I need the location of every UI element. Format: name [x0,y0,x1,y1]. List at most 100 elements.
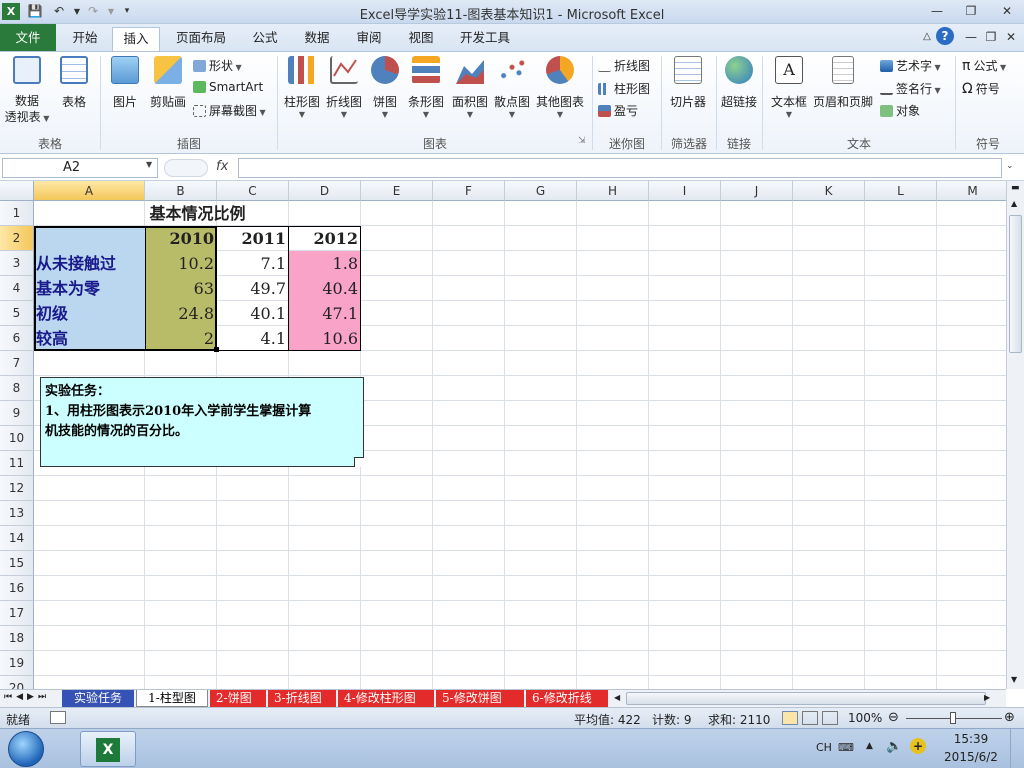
row-header-9[interactable]: 9 [0,401,34,426]
column-header-f[interactable]: F [433,181,505,201]
screenshot-button[interactable]: 屏幕截图 ▼ [193,102,266,119]
column-header-d[interactable]: D [289,181,361,201]
show-desktop-button[interactable] [1010,729,1024,768]
name-box-dropdown-icon[interactable]: ▼ [146,160,152,169]
keyboard-icon[interactable]: ⌨ [838,741,854,754]
hscroll-right-icon[interactable]: ▶ [984,693,990,702]
sheet-tab-modify-column[interactable]: 4-修改柱形图 [338,690,434,707]
row-header-18[interactable]: 18 [0,626,34,651]
cell-c2[interactable]: 2011 [217,226,289,251]
textbox-button[interactable]: A 文本框 ▼ [768,56,810,119]
column-header-g[interactable]: G [505,181,577,201]
worksheet-grid[interactable]: ABCDEFGHIJKLM 1 2 3 4 5 6 7 8 9 10 11 12 13 14 15 16 17 1… [0,181,1006,689]
sparkline-column-button[interactable]: 柱形图 [598,80,650,97]
pivot-table-button[interactable]: 数据 透视表 ▼ [4,56,50,127]
sheet-tab-modify-pie[interactable]: 5-修改饼图 [436,690,524,707]
sheet-tab-line[interactable]: 3-折线图 [268,690,336,707]
clock-date[interactable]: 2015/6/2 [940,750,1002,764]
row-header-2[interactable]: 2 [0,226,34,251]
row-header-8[interactable]: 8 [0,376,34,401]
vertical-scrollbar[interactable]: ▬ ▲ ▼ [1006,181,1024,689]
cell-b6[interactable]: 2 [145,326,217,351]
help-icon[interactable]: ? [936,27,954,45]
sparkline-line-button[interactable]: 折线图 [598,57,650,74]
signature-line-button[interactable]: 签名行 ▼ [880,80,941,97]
cell-d6[interactable]: 10.6 [289,326,361,351]
tab-view[interactable]: 视图 [398,27,444,51]
column-header-e[interactable]: E [361,181,433,201]
column-header-k[interactable]: K [793,181,865,201]
tab-review[interactable]: 审阅 [346,27,392,51]
clock-time[interactable]: 15:39 [948,732,994,746]
name-box[interactable]: A2 [2,158,158,178]
tab-home[interactable]: 开始 [62,27,108,51]
picture-button[interactable]: 图片 [106,56,144,110]
cell-a5[interactable]: 初级 [36,301,145,326]
workbook-restore-button[interactable]: ❐ [980,28,1002,46]
collapse-ribbon-icon[interactable]: △ [916,28,938,46]
close-button[interactable]: ✕ [996,2,1018,20]
page-break-view-icon[interactable] [822,711,838,725]
sheet-tab-modify-line[interactable]: 6-修改折线 [526,690,608,707]
row-header-16[interactable]: 16 [0,576,34,601]
chart-dialog-launcher-icon[interactable]: ⇲ [578,136,586,146]
row-header-19[interactable]: 19 [0,651,34,676]
cell-b2[interactable]: 2010 [145,226,217,251]
sheet-tab-column[interactable]: 1-柱型图 [136,690,208,707]
workbook-close-button[interactable]: ✕ [1000,28,1022,46]
column-header-h[interactable]: H [577,181,649,201]
sheet-tab-pie[interactable]: 2-饼图 [210,690,266,707]
tab-file[interactable]: 文件 [0,24,56,51]
row-header-3[interactable]: 3 [0,251,34,276]
column-header-l[interactable]: L [865,181,937,201]
cell-b5[interactable]: 24.8 [145,301,217,326]
column-chart-button[interactable]: 柱形图 ▼ [282,56,322,119]
split-box-icon[interactable]: ▬ [1011,183,1020,193]
object-button[interactable]: 对象 [880,102,920,119]
row-header-11[interactable]: 11 [0,451,34,476]
scroll-down-icon[interactable]: ▼ [1011,675,1017,684]
row-header-14[interactable]: 14 [0,526,34,551]
other-charts-button[interactable]: 其他图表 ▼ [534,56,586,119]
input-language[interactable]: CH [816,741,832,754]
workbook-minimize-button[interactable]: — [960,28,982,46]
cell-c5[interactable]: 40.1 [217,301,289,326]
pie-chart-button[interactable]: 饼图 ▼ [368,56,402,119]
column-header-c[interactable]: C [217,181,289,201]
symbol-button[interactable]: Ω 符号 [962,80,1000,97]
cell-b4[interactable]: 63 [145,276,217,301]
restore-button[interactable]: ❐ [960,2,982,20]
zoom-out-icon[interactable]: ⊖ [888,710,899,725]
header-footer-button[interactable]: 页眉和页脚 [812,56,874,110]
equation-button[interactable]: π 公式 ▼ [962,57,1006,74]
insert-function-icon[interactable]: fx [216,159,228,174]
start-button[interactable] [8,731,44,767]
tray-app-icon[interactable]: + [910,738,926,754]
cell-d4[interactable]: 40.4 [289,276,361,301]
scroll-up-icon[interactable]: ▲ [1011,199,1017,208]
tab-data[interactable]: 数据 [294,27,340,51]
row-header-7[interactable]: 7 [0,351,34,376]
cell-a3[interactable]: 从未接触过 [36,251,145,276]
slicer-button[interactable]: 切片器 [666,56,710,110]
column-header-b[interactable]: B [145,181,217,201]
tab-insert[interactable]: 插入 [112,27,160,51]
cell-b3[interactable]: 10.2 [145,251,217,276]
horizontal-scroll-thumb[interactable] [626,692,986,705]
page-layout-view-icon[interactable] [802,711,818,725]
taskbar-excel-button[interactable]: X [80,731,136,767]
sheet-tab-task[interactable]: 实验任务 [62,690,134,707]
sparkline-winloss-button[interactable]: 盈亏 [598,102,638,119]
tab-developer[interactable]: 开发工具 [452,27,518,51]
sheet-title[interactable]: 基本情况比例 [34,201,361,226]
bar-chart-button[interactable]: 条形图 ▼ [406,56,446,119]
row-header-12[interactable]: 12 [0,476,34,501]
sheet-nav-icons[interactable]: ⏮◀▶⏭ [4,692,50,702]
volume-icon[interactable]: 🔈 [886,739,902,754]
cell-d2[interactable]: 2012 [289,226,361,251]
row-header-17[interactable]: 17 [0,601,34,626]
row-header-5[interactable]: 5 [0,301,34,326]
smartart-button[interactable]: SmartArt [193,80,263,94]
column-header-j[interactable]: J [721,181,793,201]
macro-record-icon[interactable] [50,711,66,724]
